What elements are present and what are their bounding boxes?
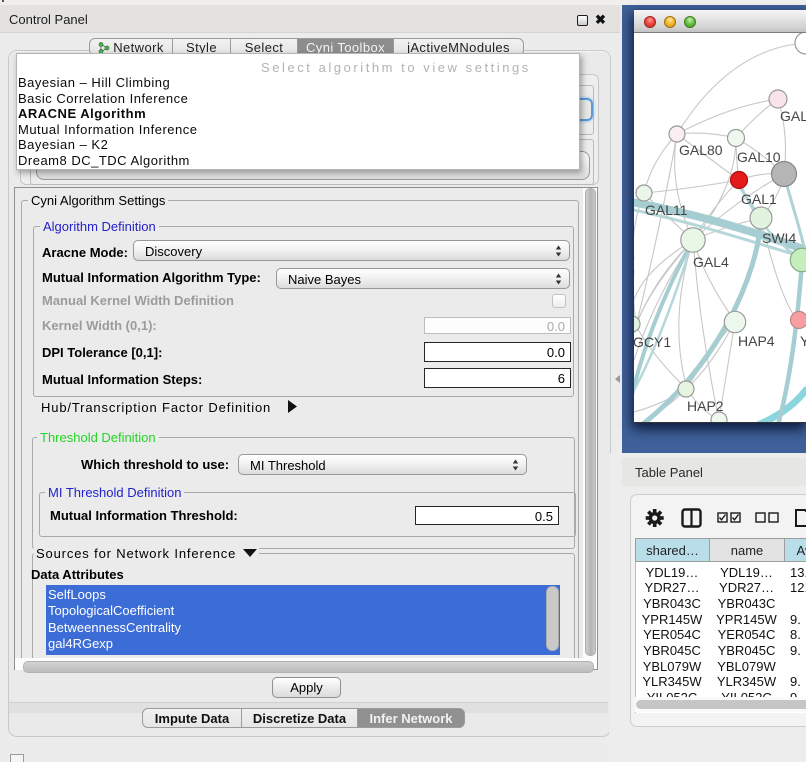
svg-text:GAL80: GAL80 [679,142,723,158]
svg-text:GCY1: GCY1 [634,334,671,350]
svg-text:GAL11: GAL11 [645,202,688,218]
svg-text:HAP4: HAP4 [738,333,775,349]
svg-text:GAL10: GAL10 [737,149,781,165]
svg-text:GAL4: GAL4 [693,254,729,270]
svg-text:SWI4: SWI4 [762,230,796,246]
svg-text:GAL1: GAL1 [741,191,777,207]
svg-text:Y: Y [800,333,806,349]
svg-text:GAL7: GAL7 [780,108,806,124]
svg-text:HAP2: HAP2 [687,398,724,414]
